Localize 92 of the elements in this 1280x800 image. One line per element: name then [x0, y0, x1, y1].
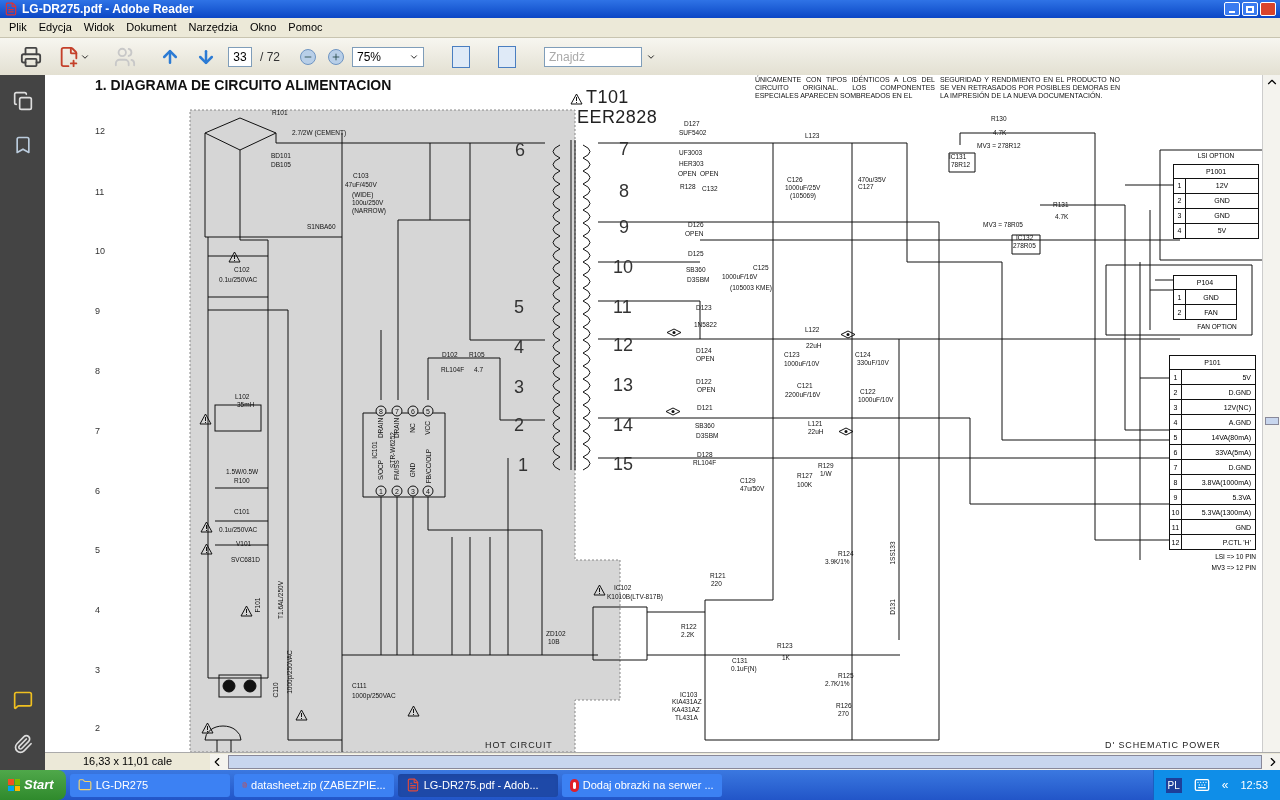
winding-number: 7 — [619, 140, 629, 158]
ruler-number: 4 — [95, 606, 100, 615]
winding-number: 3 — [514, 378, 524, 396]
menu-item[interactable]: Edycja — [33, 19, 77, 36]
page-number-field[interactable]: 33 — [228, 46, 252, 67]
menu-item[interactable]: Dokument — [121, 19, 182, 36]
document-icon — [405, 778, 420, 792]
pages-icon[interactable] — [12, 91, 33, 111]
printer-icon — [20, 45, 42, 68]
people-icon — [114, 45, 136, 68]
winding-number: 2 — [514, 416, 524, 434]
clock: 12:53 — [1240, 777, 1268, 793]
folder-icon — [77, 778, 92, 792]
keyboard-icon[interactable] — [1193, 777, 1210, 793]
ruler-number: 8 — [95, 367, 100, 376]
language-indicator[interactable]: PL — [1165, 777, 1182, 793]
menu-item[interactable]: Okno — [245, 19, 282, 36]
diamond-icon — [840, 330, 856, 339]
maximize-button[interactable] — [1242, 2, 1258, 16]
warning-icon — [200, 543, 213, 555]
diamond-icon — [666, 328, 682, 337]
vertical-scrollbar[interactable] — [1262, 75, 1280, 752]
winding-number: 11 — [613, 298, 632, 316]
menu-item[interactable]: Narzędzia — [183, 19, 243, 36]
winding-number: 1 — [518, 456, 528, 474]
close-button[interactable] — [1260, 2, 1276, 16]
winding-number: 12 — [613, 336, 634, 354]
paperclip-icon[interactable] — [12, 734, 33, 754]
warning-icon — [200, 521, 213, 533]
search-field[interactable]: Znajdź — [544, 46, 642, 67]
winding-number: 13 — [613, 376, 634, 394]
ruler-number: 12 — [95, 127, 105, 136]
circuit-wire — [380, 329, 382, 401]
ruler-number: 2 — [95, 724, 100, 733]
ruler-number: 9 — [95, 307, 100, 316]
schematic-caption: HOT CIRCUIT — [485, 741, 553, 750]
terminal-block-drawing — [218, 674, 262, 698]
warning-icon — [295, 709, 308, 721]
plug-drawing — [204, 725, 242, 752]
menu-item[interactable]: Plik — [4, 19, 32, 36]
warning-icon — [407, 705, 420, 717]
plus-icon — [331, 51, 341, 62]
ruler-number: 11 — [95, 188, 105, 197]
taskbar-button[interactable]: datasheet.zip (ZABEZPIE... — [233, 773, 394, 797]
taskbar-button[interactable]: LG-DR275.pdf - Adob... — [397, 773, 558, 797]
ruler-number: 3 — [95, 666, 100, 675]
taskbar-button[interactable]: Dodaj obrazki na serwer ... — [561, 773, 722, 797]
scroll-thumb[interactable] — [1264, 416, 1279, 425]
warning-icon — [201, 722, 214, 734]
menu-item[interactable]: Pomoc — [283, 19, 328, 36]
windows-logo-icon — [8, 779, 20, 791]
warning-icon — [240, 605, 253, 617]
page-count: / 72 — [260, 48, 280, 66]
window-title: LG-DR275.pdf - Adobe Reader — [22, 1, 194, 18]
winding-number: 15 — [613, 455, 634, 473]
page-heading: 1. DIAGRAMA DE CIRCUITO ALIMENTACION — [95, 76, 392, 95]
choke-symbol — [214, 404, 262, 432]
winding-number: 4 — [514, 338, 524, 356]
diamond-icon — [665, 407, 681, 416]
fit-width-button[interactable] — [452, 45, 470, 68]
page-size-status: 16,33 x 11,01 cale — [81, 754, 174, 770]
minimize-button[interactable] — [1224, 2, 1240, 16]
horizontal-scrollbar[interactable] — [210, 753, 1280, 770]
ruler-number: 7 — [95, 427, 100, 436]
component-label: T101 — [586, 88, 629, 106]
warning-icon — [228, 251, 241, 263]
zoom-in-button[interactable] — [328, 48, 344, 65]
fit-page-button[interactable] — [498, 45, 516, 68]
menu-item[interactable]: Widok — [78, 19, 120, 36]
warning-icon — [570, 93, 583, 105]
winding-number: 5 — [514, 298, 524, 316]
zoom-dropdown[interactable]: 75% — [352, 46, 424, 67]
diamond-icon — [838, 427, 854, 436]
comment-icon[interactable] — [12, 690, 33, 710]
browser-icon — [569, 778, 579, 792]
ruler-number: 5 — [95, 546, 100, 555]
winding-number: 14 — [613, 416, 634, 434]
taskbar-button[interactable]: LG-DR275 — [69, 773, 230, 797]
warning-icon — [199, 413, 212, 425]
winding-number: 10 — [613, 258, 634, 276]
ruler-number: 10 — [95, 247, 105, 256]
pdf-icon — [4, 2, 18, 16]
start-button[interactable]: Start — [0, 770, 66, 800]
document-plus-icon — [58, 45, 80, 68]
winding-number: 6 — [515, 141, 525, 159]
winding-number: 8 — [619, 182, 629, 200]
zoom-out-button[interactable] — [300, 48, 316, 65]
warning-icon — [593, 584, 606, 596]
schematic-caption: D' SCHEMATIC POWER — [1105, 741, 1221, 750]
ruler-number: 6 — [95, 487, 100, 496]
component-label: EER2828 — [577, 108, 658, 126]
winding-number: 9 — [619, 218, 629, 236]
